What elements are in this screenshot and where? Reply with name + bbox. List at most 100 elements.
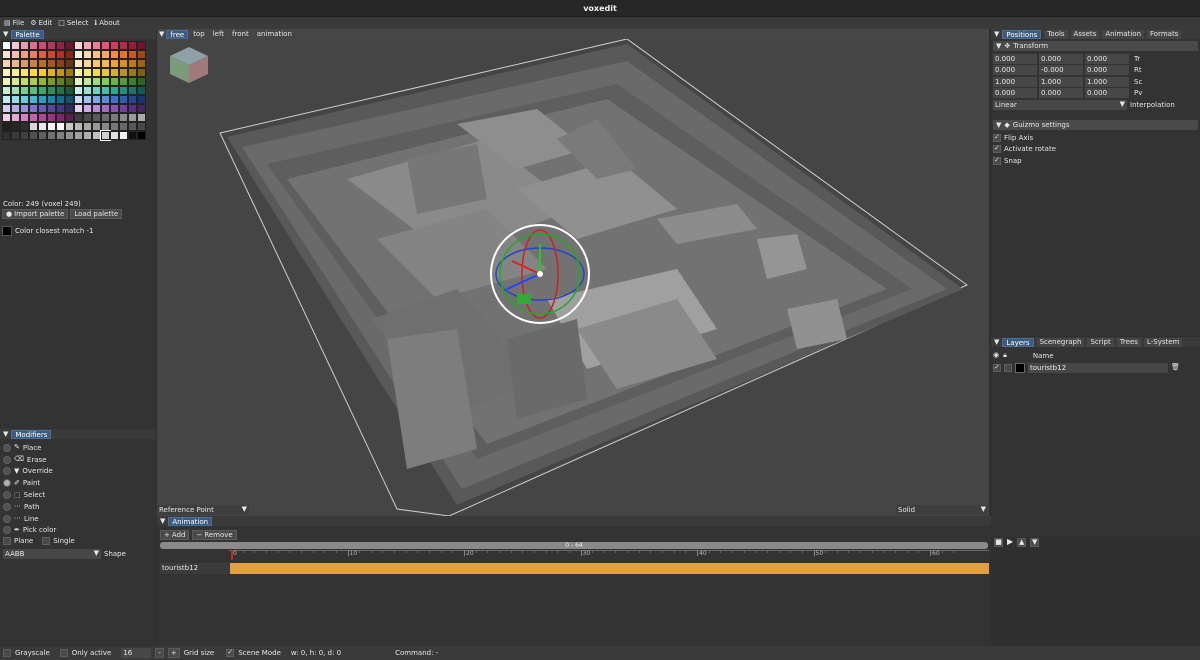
- modifier-radio[interactable]: [3, 514, 11, 523]
- tab-formats[interactable]: Formats: [1147, 29, 1182, 39]
- palette-swatch[interactable]: [20, 68, 29, 77]
- track-name[interactable]: touristb12: [160, 563, 230, 574]
- palette-swatch[interactable]: [137, 113, 146, 122]
- palette-swatch[interactable]: [47, 68, 56, 77]
- guizmo-option[interactable]: Activate rotate: [993, 144, 1056, 156]
- palette-swatch[interactable]: [47, 131, 56, 140]
- palette-swatch[interactable]: [83, 86, 92, 95]
- layer-row[interactable]: touristb12 🗑︎: [993, 362, 1198, 373]
- stop-button[interactable]: ■: [994, 538, 1003, 547]
- palette-swatch[interactable]: [65, 122, 74, 131]
- modifier-radio[interactable]: [3, 502, 11, 511]
- palette-swatch[interactable]: [119, 86, 128, 95]
- load-palette-button[interactable]: Load palette: [70, 209, 123, 219]
- tab-top[interactable]: top: [190, 30, 208, 39]
- layer-name-field[interactable]: touristb12: [1028, 362, 1168, 373]
- tab-front[interactable]: front: [229, 30, 252, 39]
- palette-swatch[interactable]: [56, 41, 65, 50]
- palette-swatch[interactable]: [119, 41, 128, 50]
- palette-swatch[interactable]: [20, 59, 29, 68]
- palette-swatch[interactable]: [110, 68, 119, 77]
- tab-lsystem[interactable]: L-System: [1143, 337, 1183, 347]
- palette-swatch[interactable]: [11, 59, 20, 68]
- grid-increase-button[interactable]: +: [167, 648, 180, 658]
- collapse-icon[interactable]: ▼: [3, 430, 8, 438]
- palette-swatch[interactable]: [47, 86, 56, 95]
- grid-size-input[interactable]: 16: [121, 648, 152, 658]
- add-button[interactable]: + Add: [160, 530, 190, 540]
- guizmo-option-checkbox[interactable]: [993, 144, 1001, 154]
- palette-swatch[interactable]: [74, 95, 83, 104]
- palette-swatch[interactable]: [137, 86, 146, 95]
- palette-swatch[interactable]: [137, 68, 146, 77]
- tab-script[interactable]: Script: [1087, 337, 1114, 347]
- palette-swatch[interactable]: [128, 104, 137, 113]
- palette-swatch[interactable]: [137, 41, 146, 50]
- palette-swatch[interactable]: [65, 95, 74, 104]
- plane-checkbox[interactable]: [3, 537, 11, 545]
- palette-swatch[interactable]: [56, 95, 65, 104]
- transform-value-field[interactable]: 0.000: [993, 53, 1037, 64]
- palette-swatch[interactable]: [11, 95, 20, 104]
- palette-swatch[interactable]: [38, 113, 47, 122]
- scene-render[interactable]: [157, 39, 989, 516]
- grayscale-checkbox[interactable]: [3, 649, 11, 657]
- palette-swatch[interactable]: [83, 104, 92, 113]
- tab-left[interactable]: left: [209, 30, 228, 39]
- palette-swatch[interactable]: [11, 77, 20, 86]
- palette-swatch[interactable]: [119, 113, 128, 122]
- collapse-icon[interactable]: ▼: [994, 338, 999, 346]
- palette-swatch[interactable]: [119, 122, 128, 131]
- transform-value-field[interactable]: 0.000: [993, 65, 1037, 76]
- palette-swatch[interactable]: [11, 113, 20, 122]
- remove-button[interactable]: − Remove: [192, 530, 237, 540]
- palette-swatch[interactable]: [119, 95, 128, 104]
- palette-swatch[interactable]: [56, 68, 65, 77]
- modifier-select[interactable]: ⬚ Select: [3, 489, 56, 501]
- palette-swatch[interactable]: [119, 50, 128, 59]
- palette-swatch[interactable]: [11, 122, 20, 131]
- palette-swatch[interactable]: [11, 50, 20, 59]
- palette-swatch[interactable]: [2, 50, 11, 59]
- palette-swatch[interactable]: [29, 77, 38, 86]
- palette-swatch[interactable]: [20, 95, 29, 104]
- modifier-radio[interactable]: [3, 467, 11, 476]
- palette-swatch[interactable]: [47, 59, 56, 68]
- transform-value-field[interactable]: 0.000: [1085, 53, 1129, 64]
- palette-swatch[interactable]: [38, 104, 47, 113]
- interpolation-select[interactable]: Linear ▼: [993, 100, 1127, 110]
- palette-swatch[interactable]: [110, 50, 119, 59]
- closest-color-swatch[interactable]: [2, 226, 12, 236]
- palette-swatch[interactable]: [20, 122, 29, 131]
- transform-value-field[interactable]: 0.000: [1039, 53, 1083, 64]
- palette-swatch[interactable]: [92, 86, 101, 95]
- palette-swatch[interactable]: [137, 77, 146, 86]
- palette-swatch[interactable]: [29, 131, 38, 140]
- palette-swatch[interactable]: [20, 77, 29, 86]
- palette-swatch[interactable]: [92, 131, 101, 140]
- palette-swatch[interactable]: [20, 104, 29, 113]
- palette-swatch[interactable]: [74, 113, 83, 122]
- palette-swatch[interactable]: [65, 131, 74, 140]
- palette-swatch[interactable]: [110, 122, 119, 131]
- palette-swatch[interactable]: [56, 50, 65, 59]
- transform-value-field[interactable]: -0.000: [1039, 65, 1083, 76]
- palette-swatch[interactable]: [128, 50, 137, 59]
- palette-swatch[interactable]: [47, 104, 56, 113]
- palette-swatch[interactable]: [83, 77, 92, 86]
- palette-swatch[interactable]: [47, 50, 56, 59]
- palette-swatch[interactable]: [20, 86, 29, 95]
- palette-swatch[interactable]: [65, 86, 74, 95]
- palette-swatch[interactable]: [101, 86, 110, 95]
- menu-file[interactable]: ▤ File: [4, 17, 24, 29]
- palette-swatch[interactable]: [29, 86, 38, 95]
- palette-swatch[interactable]: [65, 50, 74, 59]
- palette-swatch[interactable]: [101, 77, 110, 86]
- palette-swatch[interactable]: [38, 122, 47, 131]
- palette-swatch[interactable]: [20, 41, 29, 50]
- palette-swatch[interactable]: [65, 59, 74, 68]
- palette-swatch[interactable]: [83, 122, 92, 131]
- modifier-line[interactable]: ⋯ Line: [3, 513, 56, 525]
- palette-swatch[interactable]: [128, 113, 137, 122]
- modifier-radio[interactable]: [3, 526, 11, 535]
